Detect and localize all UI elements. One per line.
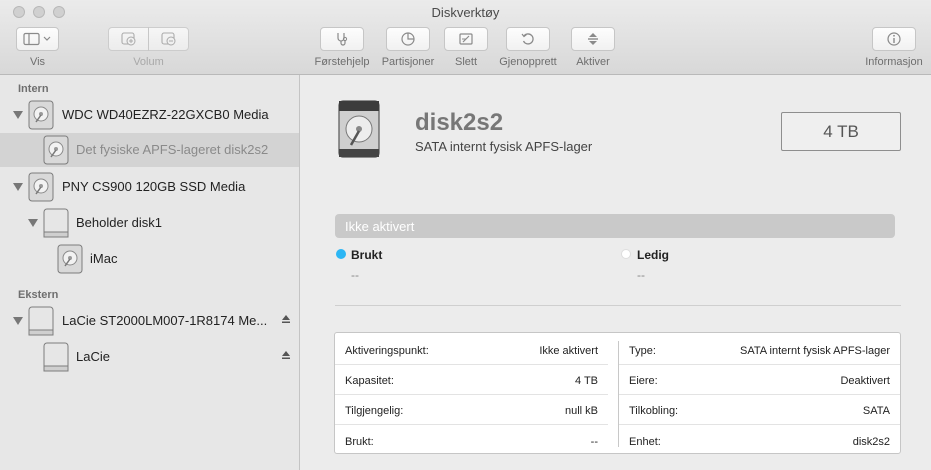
hard-drive-icon xyxy=(28,172,54,202)
info-label: Informasjon xyxy=(865,56,923,68)
sidebar-item-label: PNY CS900 120GB SSD Media xyxy=(62,179,246,194)
mount-icon xyxy=(588,33,598,45)
sidebar-item-apfs-container[interactable]: Det fysiske APFS-lageret disk2s2 xyxy=(0,133,299,167)
info-value: Ikke aktivert xyxy=(539,345,598,357)
info-row: Eiere: Deaktivert xyxy=(619,365,900,395)
info-button[interactable] xyxy=(872,27,916,51)
erase-button[interactable] xyxy=(444,27,488,51)
external-drive-icon xyxy=(43,342,69,372)
hard-drive-icon xyxy=(43,135,69,165)
sidebar-item-container-disk1[interactable]: Beholder disk1 xyxy=(0,206,299,240)
eject-icon[interactable] xyxy=(281,350,291,360)
usage-bar: Ikke aktivert xyxy=(335,214,895,238)
sidebar-item-lacie-media[interactable]: LaCie ST2000LM007-1R8174 Me... xyxy=(0,304,299,338)
partition-button[interactable] xyxy=(386,27,430,51)
first-aid-button[interactable] xyxy=(320,27,364,51)
hard-drive-icon xyxy=(57,244,83,274)
erase-label: Slett xyxy=(454,56,477,68)
main-panel: disk2s2 SATA internt fysisk APFS-lager 4… xyxy=(301,75,931,470)
erase-icon xyxy=(459,33,473,45)
stethoscope-icon xyxy=(337,33,348,46)
add-volume-button[interactable] xyxy=(108,27,149,51)
disclosure-triangle-icon[interactable] xyxy=(28,219,38,227)
vis-button[interactable] xyxy=(16,27,59,51)
add-volume-icon xyxy=(120,32,135,46)
info-row: Kapasitet: 4 TB xyxy=(335,365,608,395)
vis-label: Vis xyxy=(29,56,46,68)
info-value: SATA internt fysisk APFS-lager xyxy=(740,345,890,357)
info-value: SATA xyxy=(862,405,890,417)
volum-label: Volum xyxy=(133,56,164,68)
disk-name: disk2s2 xyxy=(415,109,504,136)
sidebar-item-lacie[interactable]: LaCie xyxy=(0,340,299,374)
info-row: Brukt: -- xyxy=(335,426,608,456)
info-key: Brukt: xyxy=(345,436,374,448)
section-intern: Intern xyxy=(18,83,49,95)
info-key: Type: xyxy=(629,345,656,357)
info-key: Tilkobling: xyxy=(629,405,679,417)
disk-size: 4 TB xyxy=(781,112,901,151)
info-key: Eiere: xyxy=(629,375,658,387)
restore-button[interactable] xyxy=(506,27,550,51)
used-value: -- xyxy=(351,268,359,282)
divider xyxy=(335,305,901,306)
info-icon xyxy=(887,32,901,46)
usage-bar-label: Ikke aktivert xyxy=(345,219,415,234)
info-row: Aktiveringspunkt: Ikke aktivert xyxy=(335,335,608,365)
info-key: Aktiveringspunkt: xyxy=(345,345,429,357)
restore-label: Gjenopprett xyxy=(499,56,557,68)
info-table: Aktiveringspunkt: Ikke aktivert Kapasite… xyxy=(334,332,901,454)
free-value: -- xyxy=(637,268,645,282)
info-value: Deaktivert xyxy=(840,375,890,387)
disclosure-triangle-icon[interactable] xyxy=(13,111,23,119)
restore-icon xyxy=(521,33,534,45)
disk-subtitle: SATA internt fysisk APFS-lager xyxy=(415,139,593,154)
mount-label: Aktiver xyxy=(576,56,610,68)
sidebar-item-label: WDC WD40EZRZ-22GXCB0 Media xyxy=(62,107,269,122)
toolbar: Diskverktøy Vis Volum Førstehjelp Partis… xyxy=(0,0,931,75)
window-title: Diskverktøy xyxy=(431,5,500,20)
info-row: Tilkobling: SATA xyxy=(619,395,900,425)
pie-partition-icon xyxy=(401,32,415,46)
info-row: Enhet: disk2s2 xyxy=(619,426,900,456)
remove-volume-icon xyxy=(160,32,175,46)
sidebar-item-imac[interactable]: iMac xyxy=(0,242,299,276)
used-color-dot xyxy=(336,249,346,259)
sidebar-toggle-icon xyxy=(22,32,50,46)
container-icon xyxy=(43,208,69,238)
info-key: Tilgjengelig: xyxy=(345,405,404,417)
disk-utility-window: Diskverktøy Vis Volum Førstehjelp Partis… xyxy=(0,0,931,470)
sidebar-item-label: LaCie ST2000LM007-1R8174 Me... xyxy=(62,313,268,328)
first-aid-label: Førstehjelp xyxy=(314,56,370,68)
info-row: Tilgjengelig: null kB xyxy=(335,395,608,425)
sidebar-item-label: Det fysiske APFS-lageret disk2s2 xyxy=(76,142,269,157)
disclosure-triangle-icon[interactable] xyxy=(13,317,23,325)
free-color-dot xyxy=(621,249,631,259)
remove-volume-button[interactable] xyxy=(148,27,189,51)
sidebar-item-label: LaCie xyxy=(76,349,110,364)
info-row: Type: SATA internt fysisk APFS-lager xyxy=(619,335,900,365)
info-value: disk2s2 xyxy=(852,436,890,448)
sidebar-item-label: iMac xyxy=(90,251,118,266)
info-value: null kB xyxy=(564,405,598,417)
info-value: -- xyxy=(590,436,598,448)
section-ekstern: Ekstern xyxy=(18,289,59,301)
info-key: Kapasitet: xyxy=(345,375,394,387)
info-value: 4 TB xyxy=(574,375,598,387)
hard-drive-icon xyxy=(338,100,380,158)
partition-label: Partisjoner xyxy=(381,56,435,68)
used-label: Brukt xyxy=(351,248,383,262)
mount-button[interactable] xyxy=(571,27,615,51)
sidebar: Intern WDC WD40EZRZ-22GXCB0 Media Det fy… xyxy=(0,75,300,470)
hard-drive-icon xyxy=(28,100,54,130)
free-label: Ledig xyxy=(637,248,669,262)
disclosure-triangle-icon[interactable] xyxy=(13,183,23,191)
sidebar-item-wdc-media[interactable]: WDC WD40EZRZ-22GXCB0 Media xyxy=(0,98,299,132)
external-drive-icon xyxy=(28,306,54,336)
info-key: Enhet: xyxy=(629,436,661,448)
sidebar-item-pny-media[interactable]: PNY CS900 120GB SSD Media xyxy=(0,170,299,204)
sidebar-item-label: Beholder disk1 xyxy=(76,215,162,230)
eject-icon[interactable] xyxy=(281,314,291,324)
